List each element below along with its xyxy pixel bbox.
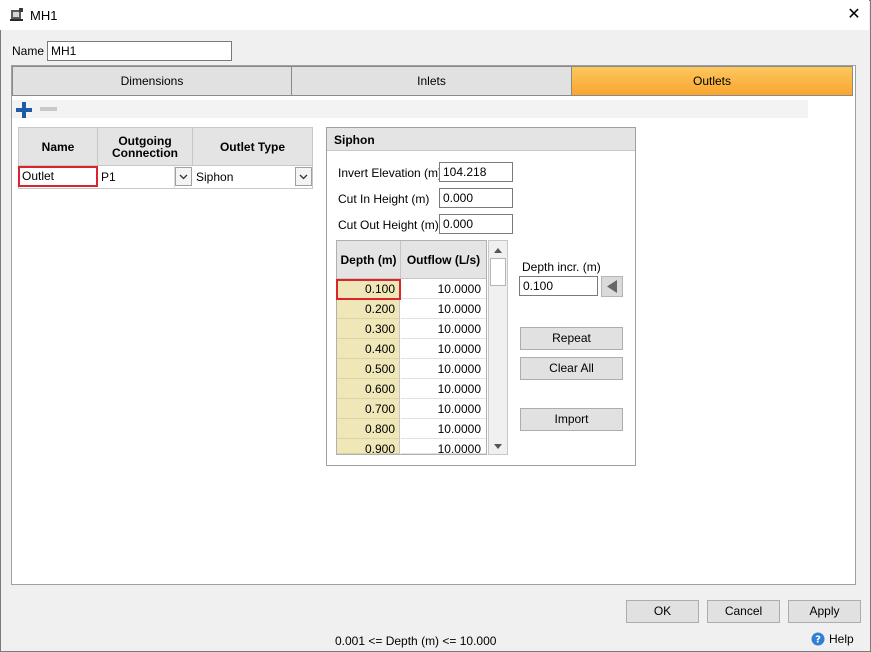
invert-elevation-label: Invert Elevation (m) bbox=[338, 166, 443, 180]
depth-incr-label: Depth incr. (m) bbox=[522, 260, 601, 274]
import-button[interactable]: Import bbox=[520, 408, 623, 431]
outflow-cell[interactable]: 10.0000 bbox=[401, 319, 486, 339]
clear-all-button[interactable]: Clear All bbox=[520, 357, 623, 380]
outflow-cell[interactable]: 10.0000 bbox=[401, 279, 486, 299]
scroll-up-arrow-icon[interactable] bbox=[489, 243, 507, 259]
scroll-down-arrow-icon[interactable] bbox=[489, 440, 507, 456]
depth-cell[interactable]: 0.700 bbox=[337, 399, 400, 419]
grid-header-outgoing-connection: Outgoing Connection bbox=[98, 128, 193, 166]
type-dropdown-chevron-down-icon[interactable] bbox=[295, 167, 312, 186]
invert-elevation-input[interactable] bbox=[439, 162, 513, 182]
repeat-button[interactable]: Repeat bbox=[520, 327, 623, 350]
connection-dropdown-chevron-down-icon[interactable] bbox=[175, 167, 192, 186]
outflow-cell[interactable]: 10.0000 bbox=[401, 439, 486, 454]
outflow-cell[interactable]: 10.0000 bbox=[401, 339, 486, 359]
siphon-title: Siphon bbox=[327, 128, 635, 151]
help-link[interactable]: ? Help bbox=[811, 632, 854, 646]
depth-incr-input[interactable] bbox=[519, 276, 598, 296]
selected-cell-outline bbox=[336, 279, 401, 300]
cut-in-height-input[interactable] bbox=[439, 188, 513, 208]
ok-button[interactable]: OK bbox=[626, 600, 699, 623]
name-input[interactable] bbox=[47, 41, 232, 61]
outgoing-connection-select[interactable]: P1 bbox=[98, 166, 175, 188]
cut-out-height-label: Cut Out Height (m) bbox=[338, 218, 439, 232]
grid-toolbar bbox=[12, 100, 808, 118]
outflow-cell[interactable]: 10.0000 bbox=[401, 359, 486, 379]
scroll-thumb[interactable] bbox=[490, 258, 506, 286]
outflow-cell[interactable]: 10.0000 bbox=[401, 399, 486, 419]
depth-column-header: Depth (m) bbox=[337, 241, 401, 279]
outlet-name-cell[interactable]: Outlet bbox=[18, 166, 98, 187]
depth-cell[interactable]: 0.400 bbox=[337, 339, 400, 359]
name-label: Name bbox=[12, 44, 45, 58]
title-bar bbox=[0, 0, 869, 30]
outflow-cell[interactable]: 10.0000 bbox=[401, 419, 486, 439]
cut-out-height-input[interactable] bbox=[439, 214, 513, 234]
status-text: 0.001 <= Depth (m) <= 10.000 bbox=[335, 634, 497, 648]
depth-cell[interactable]: 0.600 bbox=[337, 379, 400, 399]
outflow-column-header: Outflow (L/s) bbox=[401, 241, 486, 279]
depth-cell[interactable]: 0.200 bbox=[337, 299, 400, 319]
apply-button[interactable]: Apply bbox=[788, 600, 861, 623]
manhole-icon bbox=[9, 7, 25, 23]
window-title: MH1 bbox=[30, 8, 58, 23]
grid-header-outlet-type: Outlet Type bbox=[193, 128, 312, 166]
help-icon: ? bbox=[811, 632, 825, 646]
outlet-type-select[interactable]: Siphon bbox=[193, 166, 295, 188]
depth-cell[interactable]: 0.500 bbox=[337, 359, 400, 379]
svg-text:?: ? bbox=[815, 635, 821, 646]
depth-cell[interactable]: 0.900 bbox=[337, 439, 400, 454]
tab-dimensions[interactable]: Dimensions bbox=[12, 66, 292, 96]
close-icon[interactable]: ✕ bbox=[840, 3, 868, 27]
cut-in-height-label: Cut In Height (m) bbox=[338, 192, 430, 206]
tab-inlets[interactable]: Inlets bbox=[291, 66, 572, 96]
outflow-cell[interactable]: 10.0000 bbox=[401, 379, 486, 399]
help-label: Help bbox=[829, 632, 854, 646]
add-outlet-plus-icon[interactable] bbox=[15, 101, 33, 119]
outflow-cell[interactable]: 10.0000 bbox=[401, 299, 486, 319]
apply-increment-arrow-left-icon[interactable] bbox=[601, 276, 623, 297]
depth-cell[interactable]: 0.800 bbox=[337, 419, 400, 439]
cancel-button[interactable]: Cancel bbox=[707, 600, 780, 623]
grid-header-name: Name bbox=[19, 128, 98, 166]
depth-cell[interactable]: 0.300 bbox=[337, 319, 400, 339]
tab-outlets[interactable]: Outlets bbox=[571, 66, 853, 96]
remove-outlet-minus-icon[interactable] bbox=[40, 107, 57, 111]
